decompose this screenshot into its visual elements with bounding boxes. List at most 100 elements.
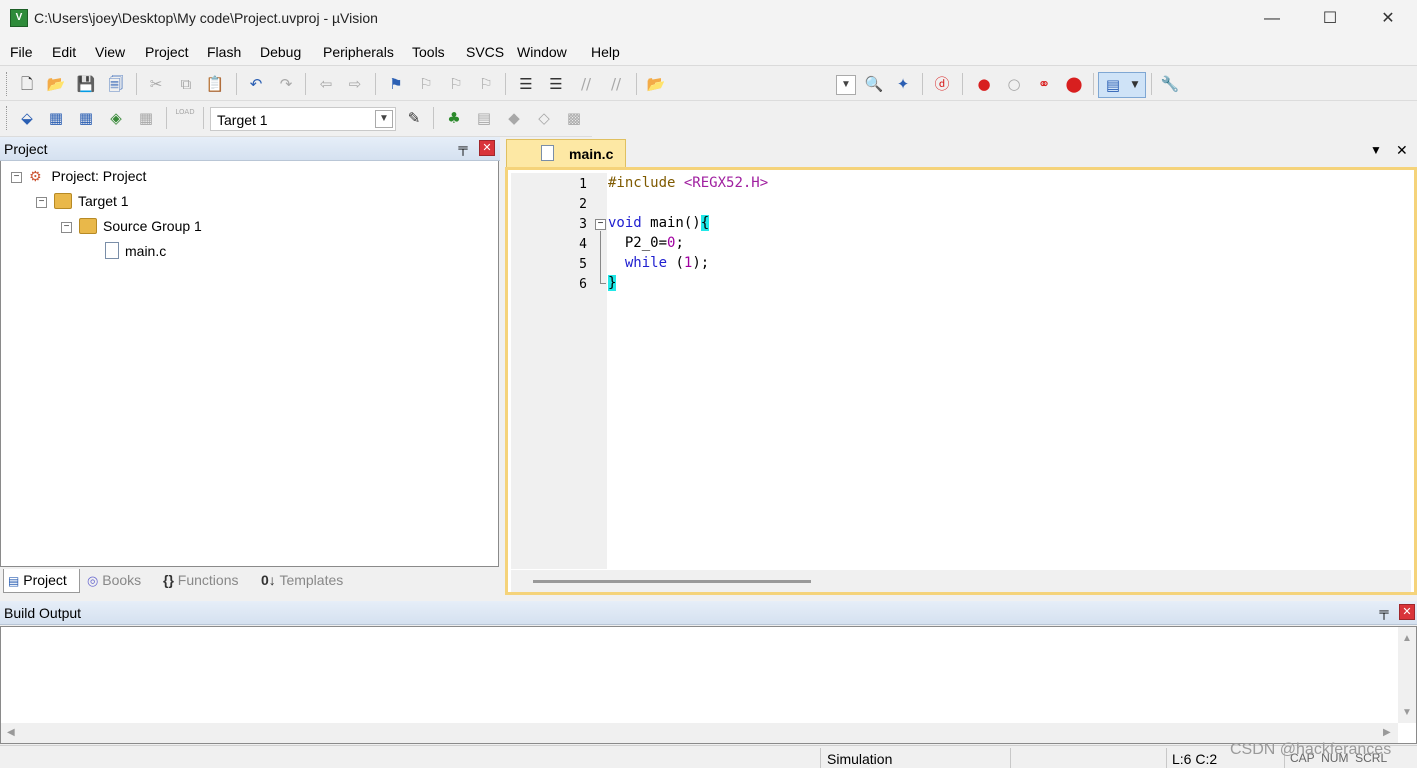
code-line-1: #include <REGX52.H> (608, 175, 768, 191)
prev-bookmark-icon[interactable]: ⚐ (416, 74, 436, 94)
unindent-icon[interactable]: ☰ (546, 74, 566, 94)
disable-breakpoint-icon[interactable]: ○ (1004, 74, 1024, 94)
navigate-back-icon[interactable]: ⇦ (316, 74, 336, 94)
preprocessor-directive: #include (608, 175, 676, 191)
menu-tools[interactable]: Tools (412, 44, 445, 60)
batch-build-icon[interactable]: ◈ (106, 108, 126, 128)
build-icon[interactable]: ▦ (46, 108, 66, 128)
tab-list-dropdown-icon[interactable]: ▼ (1370, 143, 1382, 157)
stop-build-icon[interactable]: ▦ (136, 108, 156, 128)
menu-svcs[interactable]: SVCS (466, 44, 504, 60)
close-button[interactable]: ✕ (1359, 0, 1417, 38)
build-output-close-icon[interactable]: ✕ (1399, 604, 1415, 620)
tab-functions[interactable]: {} Functions (159, 569, 254, 593)
pin-icon[interactable]: ╤ (455, 140, 471, 156)
tree-item-source-group[interactable]: Source Group 1 (79, 215, 202, 237)
bookmark-icon[interactable]: ⚑ (386, 74, 406, 94)
paste-icon[interactable]: 📋 (205, 74, 225, 94)
toolbar-separator (505, 73, 506, 95)
fold-minus-icon[interactable]: − (595, 219, 606, 230)
manage-project-items-icon[interactable]: ♣ (444, 108, 464, 128)
target-folder-icon (54, 193, 72, 209)
window-layout-button[interactable]: ▤ ▼ (1098, 72, 1146, 98)
new-file-icon[interactable]: 🗋 (17, 74, 37, 94)
breakpoint-icon[interactable]: ● (974, 74, 994, 94)
manage-components-icon[interactable]: ▩ (564, 108, 584, 128)
target-options-icon[interactable]: ✎ (404, 108, 424, 128)
tab-books[interactable]: ◎ Books (83, 569, 157, 593)
menu-debug[interactable]: Debug (260, 44, 301, 60)
code-editor[interactable]: 1 2 3 4 5 6 − #include <REGX52.H> void m… (505, 167, 1417, 595)
debug-session-icon[interactable]: ⓓ (932, 74, 952, 94)
menu-view[interactable]: View (95, 44, 125, 60)
menu-file[interactable]: File (10, 44, 33, 60)
download-load-icon[interactable]: LOAD (175, 108, 195, 128)
toolbar-separator (166, 107, 167, 129)
toolbar-grip[interactable] (6, 72, 9, 96)
save-icon[interactable]: 💾 (76, 74, 96, 94)
rebuild-icon[interactable]: ▦ (76, 108, 96, 128)
tree-item-project[interactable]: ⚙ Project: Project (29, 165, 146, 187)
menu-window[interactable]: Window (517, 44, 567, 60)
expander-minus-icon[interactable]: − (61, 222, 72, 233)
code-text: main() (641, 215, 701, 231)
editor-tab-main-c[interactable]: main.c (506, 139, 626, 167)
kill-all-breakpoints-icon[interactable]: ⬤ (1064, 74, 1084, 94)
save-all-icon[interactable]: 🗐 (106, 74, 126, 94)
translate-icon[interactable]: ⬙ (17, 108, 37, 128)
scroll-left-arrow-icon[interactable]: ◀ (7, 727, 15, 738)
indent-icon[interactable]: ☰ (516, 74, 536, 94)
uvision-app-icon: V (10, 9, 28, 27)
line-number: 4 (579, 237, 587, 252)
menu-edit[interactable]: Edit (52, 44, 76, 60)
redo-icon[interactable]: ↷ (276, 74, 296, 94)
disable-all-breakpoints-icon[interactable]: ⚭ (1034, 74, 1054, 94)
toolbar-separator (962, 73, 963, 95)
toolbar-separator (305, 73, 306, 95)
scroll-down-arrow-icon[interactable]: ▼ (1402, 707, 1412, 718)
close-editor-icon[interactable]: ✕ (1396, 142, 1408, 159)
target-select-value: Target 1 (217, 112, 268, 128)
tab-templates[interactable]: 0↓ Templates (257, 569, 357, 593)
find-combo-dropdown[interactable]: ▼ (836, 75, 856, 95)
expander-minus-icon[interactable]: − (36, 197, 47, 208)
next-bookmark-icon[interactable]: ⚐ (446, 74, 466, 94)
incremental-find-icon[interactable]: ✦ (893, 74, 913, 94)
find-in-files-icon[interactable]: 📂 (646, 74, 666, 94)
maximize-button[interactable]: ☐ (1301, 0, 1359, 38)
clear-bookmarks-icon[interactable]: ⚐ (476, 74, 496, 94)
comment-icon[interactable]: // (576, 74, 596, 94)
menu-flash[interactable]: Flash (207, 44, 241, 60)
find-icon[interactable]: 🔍 (864, 74, 884, 94)
menu-project[interactable]: Project (145, 44, 189, 60)
undo-icon[interactable]: ↶ (246, 74, 266, 94)
manage-rte-icon[interactable]: ◆ (504, 108, 524, 128)
copy-icon[interactable]: ⧉ (176, 74, 196, 94)
configure-wrench-icon[interactable]: 🔧 (1160, 74, 1180, 94)
scroll-up-arrow-icon[interactable]: ▲ (1402, 633, 1412, 644)
pin-icon[interactable]: ╤ (1376, 604, 1392, 620)
menu-help[interactable]: Help (591, 44, 620, 60)
pack-installer-icon[interactable]: ◇ (534, 108, 554, 128)
minimize-button[interactable]: — (1243, 0, 1301, 38)
tree-item-main-c[interactable]: main.c (105, 240, 166, 262)
tab-project[interactable]: ▤ Project (3, 569, 80, 593)
build-output-area[interactable]: ▲ ▼ ◀ ▶ (0, 626, 1417, 744)
target-select[interactable]: Target 1 ▼ (210, 107, 396, 131)
build-horizontal-scrollbar[interactable]: ◀ ▶ (1, 723, 1398, 743)
navigate-forward-icon[interactable]: ⇨ (345, 74, 365, 94)
scroll-right-arrow-icon[interactable]: ▶ (1383, 727, 1391, 738)
uncomment-icon[interactable]: // (606, 74, 626, 94)
open-file-icon[interactable]: 📂 (46, 74, 66, 94)
tree-item-target[interactable]: Target 1 (54, 190, 129, 212)
scrollbar-thumb[interactable] (533, 580, 811, 583)
toolbar-grip[interactable] (6, 106, 9, 130)
editor-horizontal-scrollbar[interactable] (511, 570, 1411, 592)
expander-minus-icon[interactable]: − (11, 172, 22, 183)
select-packs-icon[interactable]: ▤ (474, 108, 494, 128)
project-panel-close-icon[interactable]: ✕ (479, 140, 495, 156)
build-vertical-scrollbar[interactable]: ▲ ▼ (1398, 627, 1416, 723)
cut-icon[interactable]: ✂ (146, 74, 166, 94)
project-panel-header: Project ╤ ✕ (0, 137, 500, 161)
menu-peripherals[interactable]: Peripherals (323, 44, 394, 60)
